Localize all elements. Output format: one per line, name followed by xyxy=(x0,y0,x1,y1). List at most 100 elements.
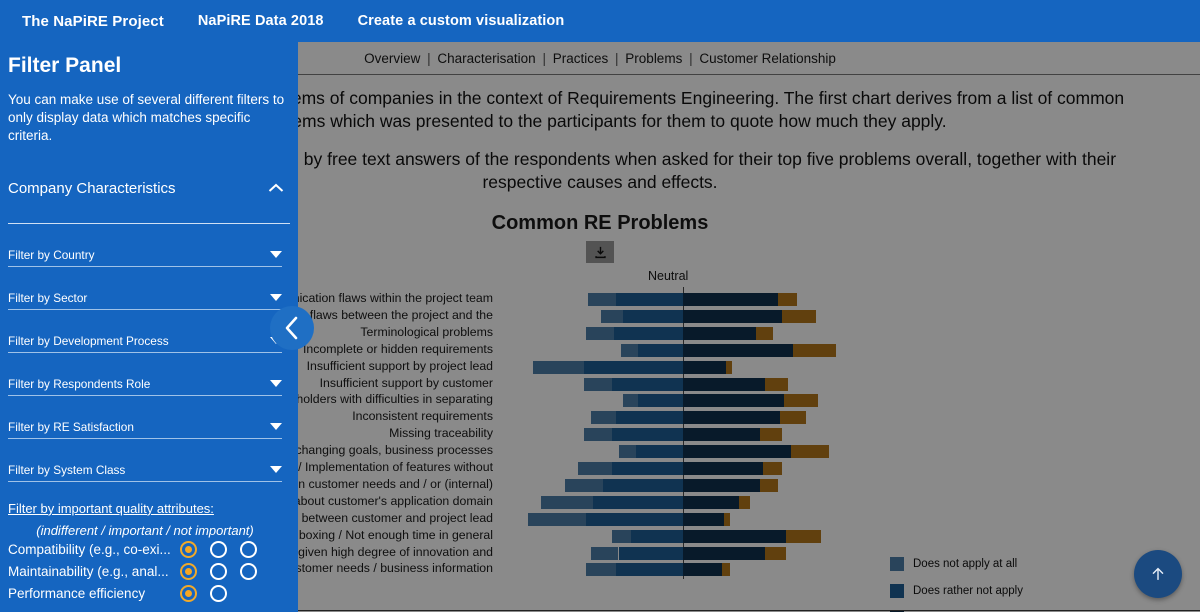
bar-segment[interactable] xyxy=(584,428,613,442)
bar-segment[interactable] xyxy=(635,445,683,459)
bar-segment[interactable] xyxy=(683,360,726,374)
radio-option-1-1[interactable] xyxy=(210,562,227,580)
bar-segment[interactable] xyxy=(631,529,683,543)
bar-segment[interactable] xyxy=(764,377,789,391)
bar-segment[interactable] xyxy=(616,411,683,425)
bar-segment[interactable] xyxy=(683,293,778,307)
bar-segment[interactable] xyxy=(723,512,731,526)
filter-by-re-satisfaction[interactable]: Filter by RE Satisfaction xyxy=(8,420,282,439)
nav-the-napire-project[interactable]: The NaPiRE Project xyxy=(22,13,164,30)
bar-segment[interactable] xyxy=(614,326,683,340)
bar-segment[interactable] xyxy=(612,377,683,391)
bar-segment[interactable] xyxy=(738,495,750,509)
bar-segment[interactable] xyxy=(586,512,683,526)
bar-segment[interactable] xyxy=(577,462,613,476)
bar-segment[interactable] xyxy=(683,309,782,323)
filter-by-development-process[interactable]: Filter by Development Process xyxy=(8,334,282,353)
bar-segment[interactable] xyxy=(592,495,683,509)
radio-option-2-1[interactable] xyxy=(210,584,227,602)
bar-segment[interactable] xyxy=(683,428,761,442)
accordion-label: Company Characteristics xyxy=(8,179,176,197)
bar-segment[interactable] xyxy=(584,377,613,391)
scroll-to-top-button[interactable] xyxy=(1134,550,1182,598)
bar-segment[interactable] xyxy=(588,293,617,307)
download-icon[interactable] xyxy=(586,241,614,264)
bar-segment[interactable] xyxy=(683,445,791,459)
bar-segment[interactable] xyxy=(726,360,733,374)
radio-option-0-2[interactable] xyxy=(240,540,257,558)
bar-segment[interactable] xyxy=(683,512,724,526)
bar-segment[interactable] xyxy=(683,377,765,391)
bar-segment[interactable] xyxy=(721,563,731,577)
bar-segment[interactable] xyxy=(637,394,683,408)
bar-segment[interactable] xyxy=(584,360,683,374)
radio-option-1-2[interactable] xyxy=(240,562,257,580)
bar-segment[interactable] xyxy=(532,360,585,374)
bar-segment[interactable] xyxy=(777,293,797,307)
subnav-item-overview[interactable]: Overview xyxy=(364,51,420,66)
bar-segment[interactable] xyxy=(528,512,587,526)
bar-segment[interactable] xyxy=(683,546,765,560)
quality-attributes-title[interactable]: Filter by important quality attributes: xyxy=(8,501,290,516)
legend-item[interactable]: Does not apply at all xyxy=(890,557,1023,572)
chevron-up-icon xyxy=(268,180,284,197)
bar-segment[interactable] xyxy=(622,309,683,323)
subnav-item-practices[interactable]: Practices xyxy=(553,51,609,66)
bar-segment[interactable] xyxy=(586,326,615,340)
bar-segment[interactable] xyxy=(683,478,761,492)
bar-segment[interactable] xyxy=(622,394,638,408)
bar-segment[interactable] xyxy=(756,326,774,340)
bar-segment[interactable] xyxy=(541,495,593,509)
bar-segment[interactable] xyxy=(564,478,604,492)
bar-segment[interactable] xyxy=(779,411,806,425)
bar-segment[interactable] xyxy=(616,293,683,307)
bar-segment[interactable] xyxy=(683,563,722,577)
bar-segment[interactable] xyxy=(683,326,757,340)
chevron-down-icon xyxy=(270,423,282,431)
bar-segment[interactable] xyxy=(603,478,683,492)
filter-by-system-class[interactable]: Filter by System Class xyxy=(8,463,282,482)
bar-segment[interactable] xyxy=(683,529,787,543)
bar-segment[interactable] xyxy=(612,428,683,442)
bar-segment[interactable] xyxy=(612,462,683,476)
nav-create-custom-visualization[interactable]: Create a custom visualization xyxy=(358,13,565,29)
bar-segment[interactable] xyxy=(792,343,836,357)
bar-segment[interactable] xyxy=(586,563,617,577)
bar-segment[interactable] xyxy=(683,462,763,476)
bar-segment[interactable] xyxy=(612,529,632,543)
bar-segment[interactable] xyxy=(784,394,819,408)
bar-segment[interactable] xyxy=(637,343,683,357)
bar-segment[interactable] xyxy=(764,546,787,560)
bar-segment[interactable] xyxy=(590,546,619,560)
subnav-item-characterisation[interactable]: Characterisation xyxy=(437,51,535,66)
radio-option-0-1[interactable] xyxy=(210,540,227,558)
bar-segment[interactable] xyxy=(618,445,636,459)
bar-segment[interactable] xyxy=(618,546,683,560)
bar-segment[interactable] xyxy=(786,529,821,543)
bar-segment[interactable] xyxy=(762,462,782,476)
bar-segment[interactable] xyxy=(616,563,683,577)
bar-segment[interactable] xyxy=(683,343,793,357)
bar-segment[interactable] xyxy=(590,411,617,425)
legend-item[interactable]: Does rather not apply xyxy=(890,584,1023,599)
nav-napire-data-2018[interactable]: NaPiRE Data 2018 xyxy=(198,13,324,29)
bar-segment[interactable] xyxy=(601,309,623,323)
bar-segment[interactable] xyxy=(620,343,638,357)
radio-option-2-0[interactable] xyxy=(180,584,197,602)
filter-by-country[interactable]: Filter by Country xyxy=(8,248,282,267)
radio-option-1-0[interactable] xyxy=(180,562,197,580)
bar-segment[interactable] xyxy=(781,309,817,323)
sidebar-collapse-button[interactable] xyxy=(270,306,314,350)
bar-segment[interactable] xyxy=(683,411,780,425)
bar-segment[interactable] xyxy=(760,478,778,492)
radio-option-0-0[interactable] xyxy=(180,540,197,558)
bar-segment[interactable] xyxy=(683,495,739,509)
filter-by-sector[interactable]: Filter by Sector xyxy=(8,291,282,310)
bar-segment[interactable] xyxy=(790,445,830,459)
bar-segment[interactable] xyxy=(683,394,785,408)
accordion-company-characteristics[interactable]: Company Characteristics xyxy=(8,180,290,197)
bar-segment[interactable] xyxy=(760,428,782,442)
subnav-item-customer-relationship[interactable]: Customer Relationship xyxy=(699,51,836,66)
subnav-item-problems[interactable]: Problems xyxy=(625,51,682,66)
filter-by-respondents-role[interactable]: Filter by Respondents Role xyxy=(8,377,282,396)
